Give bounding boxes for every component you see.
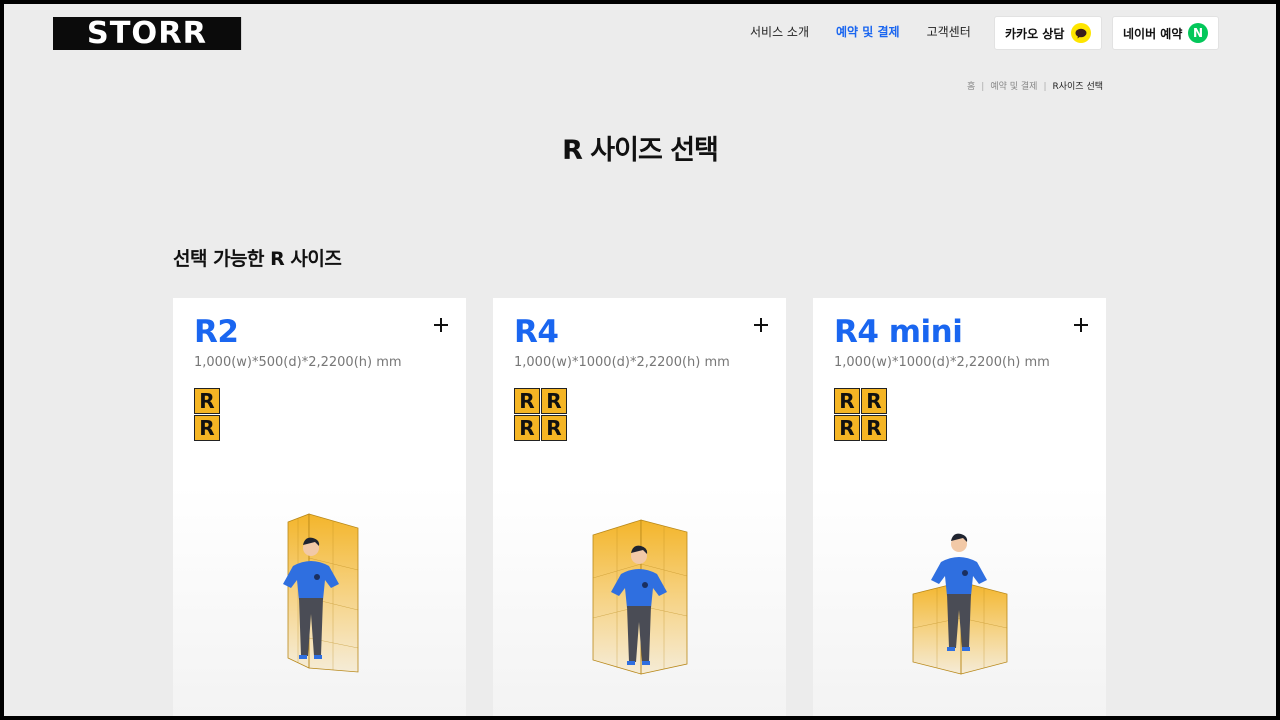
size-card-r4-mini[interactable]: R4 mini 1,000(w)*1000(d)*2,2200(h) mm R … <box>813 298 1106 716</box>
storage-unit-box: R <box>194 388 220 414</box>
breadcrumb-home[interactable]: 홈 <box>967 82 975 92</box>
page-frame: STORR 서비스 소개 예약 및 결제 고객센터 카카오 상담 네이버 예약 … <box>4 4 1276 716</box>
card-name: R2 <box>194 314 239 350</box>
naver-reservation-button[interactable]: 네이버 예약 N <box>1112 16 1219 50</box>
card-dimensions: 1,000(w)*500(d)*2,2200(h) mm <box>194 355 402 370</box>
page-title: R 사이즈 선택 <box>562 135 719 166</box>
breadcrumb-current: R사이즈 선택 <box>1052 82 1103 92</box>
nav-reservation-payment[interactable]: 예약 및 결제 <box>836 24 900 40</box>
nav-service-intro[interactable]: 서비스 소개 <box>750 24 809 40</box>
person-illustration <box>912 533 1008 675</box>
storage-unit-box: R <box>514 388 540 414</box>
breadcrumb-reservation[interactable]: 예약 및 결제 <box>990 82 1037 92</box>
plus-icon[interactable] <box>1074 318 1088 332</box>
storage-unit-box: R <box>194 415 220 441</box>
card-dimensions: 1,000(w)*1000(d)*2,2200(h) mm <box>834 355 1050 370</box>
size-card-r2[interactable]: R2 1,000(w)*500(d)*2,2200(h) mm R R <box>173 298 466 716</box>
plus-icon[interactable] <box>434 318 448 332</box>
storage-unit-box: R <box>514 415 540 441</box>
storage-unit-box: R <box>541 415 567 441</box>
kakao-consult-label: 카카오 상담 <box>1005 26 1065 41</box>
storage-unit-icon: R R R R <box>834 388 887 441</box>
naver-icon: N <box>1188 23 1208 43</box>
card-name: R4 <box>514 314 559 350</box>
breadcrumb: 홈 | 예약 및 결제 | R사이즈 선택 <box>966 82 1103 92</box>
card-name: R4 mini <box>834 314 963 350</box>
storage-unit-box: R <box>541 388 567 414</box>
nav-customer-center[interactable]: 고객센터 <box>927 24 971 40</box>
storage-unit-icon: R R <box>194 388 220 441</box>
kakao-consult-button[interactable]: 카카오 상담 <box>994 16 1102 50</box>
naver-reservation-label: 네이버 예약 <box>1123 26 1183 41</box>
storage-unit-box: R <box>861 415 887 441</box>
section-title: 선택 가능한 R 사이즈 <box>173 248 342 270</box>
storage-unit-box: R <box>861 388 887 414</box>
storr-logo[interactable]: STORR <box>53 17 242 50</box>
storage-unit-icon: R R R R <box>514 388 567 441</box>
storage-unit-box: R <box>834 415 860 441</box>
person-illustration <box>283 513 359 673</box>
card-dimensions: 1,000(w)*1000(d)*2,2200(h) mm <box>514 355 730 370</box>
storage-unit-box: R <box>834 388 860 414</box>
kakao-chat-icon <box>1071 23 1091 43</box>
main-nav: 서비스 소개 예약 및 결제 고객센터 <box>750 24 998 40</box>
plus-icon[interactable] <box>754 318 768 332</box>
person-illustration <box>592 519 688 675</box>
size-card-r4[interactable]: R4 1,000(w)*1000(d)*2,2200(h) mm R R R R <box>493 298 786 716</box>
